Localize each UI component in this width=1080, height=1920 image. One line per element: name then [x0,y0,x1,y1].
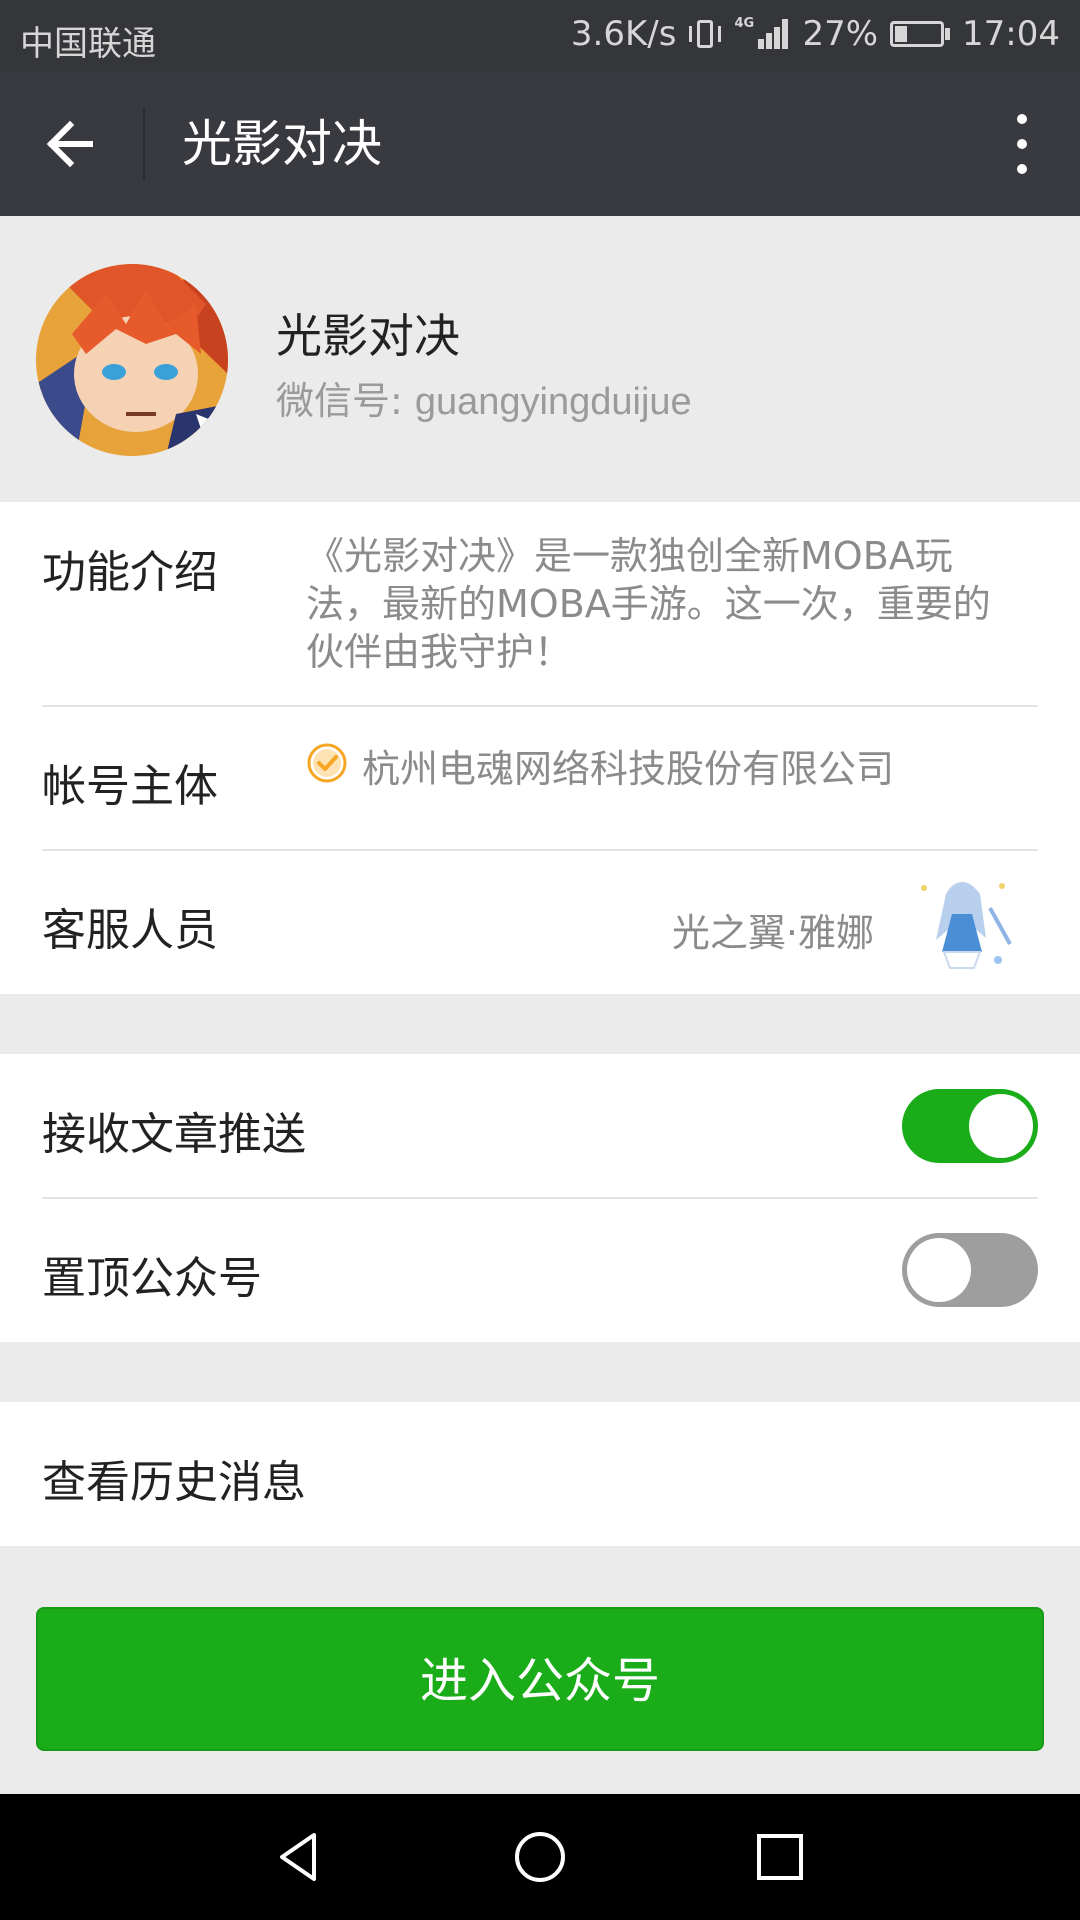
arrow-left-icon [46,120,93,168]
avatar[interactable] [36,264,228,456]
app-bar: 光影对决 [0,72,1080,216]
service-avatar [906,868,1018,980]
more-button[interactable] [992,104,1052,184]
receive-push-label: 接收文章推送 [42,1109,306,1160]
battery-percent: 27% [802,14,879,54]
pin-row: 置顶公众号 [0,1198,1080,1342]
status-icons: 3.6K/s 4G 27% 17:04 [571,14,1060,54]
service-label: 客服人员 [42,905,218,956]
back-button[interactable] [36,108,108,180]
intro-row: 功能介绍 《光影对决》是一款独创全新MOBA玩法，最新的MOBA手游。这一次，重… [0,502,1080,706]
app-bar-divider [143,108,145,180]
battery-icon [890,19,951,49]
verified-icon [307,743,347,783]
network-type: 4G [734,16,755,31]
entity-text: 杭州电魂网络科技股份有限公司 [362,747,895,791]
receive-push-row: 接收文章推送 [0,1054,1080,1198]
settings-group: 接收文章推送 置顶公众号 [0,1054,1080,1342]
nav-home-icon[interactable] [510,1827,570,1887]
pin-label: 置顶公众号 [42,1253,262,1304]
nav-recents-icon[interactable] [750,1827,810,1887]
wechat-id: 微信号: guangyingduijue [276,370,692,425]
info-group: 功能介绍 《光影对决》是一款独创全新MOBA玩法，最新的MOBA手游。这一次，重… [0,502,1080,994]
vibrate-icon [688,16,722,52]
entity-label: 帐号主体 [42,761,218,812]
network-speed: 3.6K/s [570,14,677,54]
entity-row[interactable]: 帐号主体 杭州电魂网络科技股份有限公司 [0,706,1080,850]
wechat-id-value: guangyingduijue [414,381,692,423]
profile-header: 光影对决 微信号: guangyingduijue [0,216,1080,502]
history-label: 查看历史消息 [42,1457,306,1508]
status-bar: 中国联通 3.6K/s 4G 27% 17:04 [0,0,1080,72]
carrier-name: 中国联通 [20,24,156,64]
signal-icon: 4G [734,17,790,51]
clock: 17:04 [962,14,1060,54]
history-row[interactable]: 查看历史消息 [0,1402,1080,1546]
service-name: 光之翼·雅娜 [671,911,874,955]
more-vertical-icon [1017,114,1027,124]
wechat-id-label: 微信号: [276,379,415,423]
intro-label: 功能介绍 [42,547,218,598]
navigation-bar [0,1794,1080,1920]
intro-text: 《光影对决》是一款独创全新MOBA玩法，最新的MOBA手游。这一次，重要的伙伴由… [306,534,991,674]
service-row[interactable]: 客服人员 光之翼·雅娜 [0,850,1080,994]
pin-toggle[interactable] [902,1233,1038,1307]
receive-push-toggle[interactable] [902,1089,1038,1163]
account-name: 光影对决 [276,309,460,363]
enter-account-button[interactable]: 进入公众号 [36,1607,1044,1751]
history-group: 查看历史消息 [0,1402,1080,1546]
page-title: 光影对决 [182,115,382,173]
nav-back-icon[interactable] [268,1827,328,1887]
